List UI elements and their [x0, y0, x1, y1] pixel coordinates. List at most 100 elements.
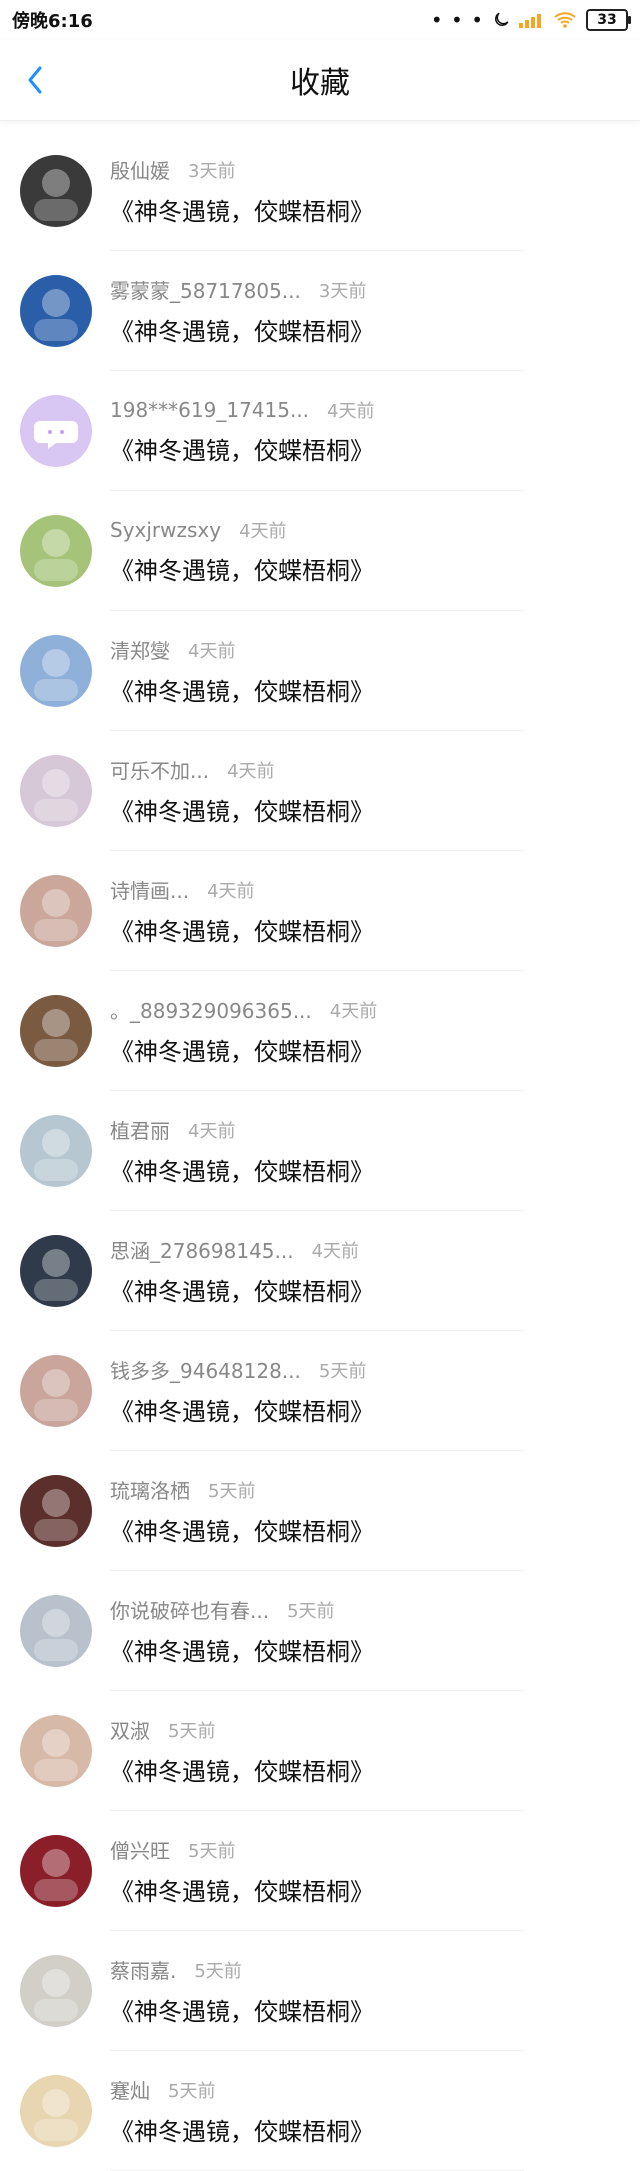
time-ago: 4天前	[329, 1000, 378, 1022]
item-meta: 蹇灿 5天前 《神冬遇镜，佼蝶梧桐》	[110, 2075, 374, 2147]
list-item[interactable]: 蔡雨嘉. 5天前 《神冬遇镜，佼蝶梧桐》	[0, 1931, 640, 2051]
avatar	[20, 1115, 92, 1187]
book-title: 《神冬遇镜，佼蝶梧桐》	[110, 556, 374, 585]
time-ago: 4天前	[239, 520, 287, 542]
list-item[interactable]: Syxjrwzsxy 4天前 《神冬遇镜，佼蝶梧桐》	[0, 491, 640, 611]
avatar-image-icon	[20, 1235, 92, 1307]
item-header: 。_889329096365... 4天前	[110, 995, 377, 1024]
book-title: 《神冬遇镜，佼蝶梧桐》	[110, 198, 374, 226]
list-item[interactable]: 雾蒙蒙_58717805... 3天前 《神冬遇镜，佼蝶梧桐》	[0, 251, 640, 371]
user-name: 僧兴旺	[110, 1839, 170, 1863]
avatar-image-icon	[20, 875, 92, 947]
avatar-image-icon	[20, 515, 92, 587]
avatar	[20, 395, 92, 467]
item-header: 清郑燮 4天前	[110, 635, 374, 664]
time-ago: 4天前	[207, 880, 255, 902]
time-ago: 5天前	[194, 1960, 242, 1982]
list-item[interactable]: 198***619_17415... 4天前 《神冬遇镜，佼蝶梧桐》	[0, 371, 640, 491]
book-title: 《神冬遇镜，佼蝶梧桐》	[110, 678, 374, 706]
user-name: Syxjrwzsxy	[110, 517, 222, 542]
favorites-list: 殷仙媛 3天前 《神冬遇镜，佼蝶梧桐》 雾蒙蒙_58717805... 3天前 …	[0, 121, 640, 2171]
item-header: 雾蒙蒙_58717805... 3天前	[110, 275, 374, 304]
item-meta: Syxjrwzsxy 4天前 《神冬遇镜，佼蝶梧桐》	[110, 517, 374, 586]
book-title: 《神冬遇镜，佼蝶梧桐》	[110, 918, 374, 946]
book-title: 《神冬遇镜，佼蝶梧桐》	[110, 1518, 374, 1546]
list-item[interactable]: 双淑 5天前 《神冬遇镜，佼蝶梧桐》	[0, 1691, 640, 1811]
avatar	[20, 1715, 92, 1787]
item-header: 琉璃洛栖 5天前	[110, 1475, 374, 1504]
item-meta: 诗情画... 4天前 《神冬遇镜，佼蝶梧桐》	[110, 875, 374, 947]
avatar-image-icon	[20, 1355, 92, 1427]
item-header: 诗情画... 4天前	[110, 875, 374, 904]
chat-bubble-avatar-icon	[20, 395, 92, 467]
list-item[interactable]: 钱多多_94648128... 5天前 《神冬遇镜，佼蝶梧桐》	[0, 1331, 640, 1451]
time-ago: 5天前	[318, 1360, 367, 1382]
list-item[interactable]: 。_889329096365... 4天前 《神冬遇镜，佼蝶梧桐》	[0, 971, 640, 1091]
time-ago: 5天前	[168, 1720, 216, 1742]
avatar	[20, 995, 92, 1067]
avatar	[20, 2075, 92, 2147]
time-ago: 4天前	[327, 400, 375, 422]
user-name: 蹇灿	[110, 2079, 150, 2103]
item-header: 你说破碎也有春... 5天前	[110, 1595, 374, 1624]
item-meta: 僧兴旺 5天前 《神冬遇镜，佼蝶梧桐》	[110, 1835, 374, 1907]
status-time: 傍晚6:16	[12, 11, 93, 32]
avatar	[20, 635, 92, 707]
avatar-image-icon	[20, 755, 92, 827]
book-title: 《神冬遇镜，佼蝶梧桐》	[110, 1878, 374, 1906]
item-meta: 清郑燮 4天前 《神冬遇镜，佼蝶梧桐》	[110, 635, 374, 707]
book-title: 《神冬遇镜，佼蝶梧桐》	[110, 1398, 374, 1426]
avatar	[20, 1835, 92, 1907]
avatar-image-icon	[20, 1475, 92, 1547]
book-title: 《神冬遇镜，佼蝶梧桐》	[110, 798, 374, 826]
item-header: 可乐不加... 4天前	[110, 755, 374, 784]
avatar-image-icon	[20, 2075, 92, 2147]
book-title: 《神冬遇镜，佼蝶梧桐》	[110, 1638, 374, 1666]
user-name: 可乐不加...	[110, 759, 210, 783]
user-name: 植君丽	[110, 1119, 170, 1143]
chevron-left-icon	[28, 66, 42, 94]
avatar	[20, 515, 92, 587]
avatar-image-icon	[20, 1595, 92, 1667]
time-ago: 3天前	[188, 160, 236, 182]
avatar	[20, 1595, 92, 1667]
time-ago: 3天前	[318, 280, 367, 302]
avatar-image-icon	[20, 1115, 92, 1187]
item-header: 殷仙媛 3天前	[110, 155, 374, 184]
header-bar: 收藏	[0, 40, 640, 121]
signal-icon	[519, 14, 541, 28]
list-item[interactable]: 琉璃洛栖 5天前 《神冬遇镜，佼蝶梧桐》	[0, 1451, 640, 1571]
time-ago: 4天前	[227, 760, 275, 782]
status-bar: 傍晚6:16 • • • 33	[0, 0, 640, 40]
book-title: 《神冬遇镜，佼蝶梧桐》	[110, 1038, 374, 1066]
user-name: 钱多多_94648128...	[110, 1359, 301, 1383]
item-header: 198***619_17415... 4天前	[110, 397, 375, 423]
item-header: 蔡雨嘉. 5天前	[110, 1955, 374, 1984]
list-item[interactable]: 殷仙媛 3天前 《神冬遇镜，佼蝶梧桐》	[0, 131, 640, 251]
book-title: 《神冬遇镜，佼蝶梧桐》	[110, 1158, 374, 1186]
item-header: 植君丽 4天前	[110, 1115, 374, 1144]
user-name: 你说破碎也有春...	[110, 1599, 270, 1623]
list-item[interactable]: 清郑燮 4天前 《神冬遇镜，佼蝶梧桐》	[0, 611, 640, 731]
back-button[interactable]	[20, 65, 50, 95]
item-meta: 蔡雨嘉. 5天前 《神冬遇镜，佼蝶梧桐》	[110, 1955, 374, 2027]
avatar-image-icon	[20, 155, 92, 227]
book-title: 《神冬遇镜，佼蝶梧桐》	[110, 436, 374, 465]
avatar	[20, 1355, 92, 1427]
battery-level: 33	[597, 12, 617, 28]
avatar-image-icon	[20, 1955, 92, 2027]
time-ago: 5天前	[188, 1840, 236, 1862]
list-item[interactable]: 僧兴旺 5天前 《神冬遇镜，佼蝶梧桐》	[0, 1811, 640, 1931]
list-item[interactable]: 可乐不加... 4天前 《神冬遇镜，佼蝶梧桐》	[0, 731, 640, 851]
item-header: 钱多多_94648128... 5天前	[110, 1355, 374, 1384]
list-item[interactable]: 诗情画... 4天前 《神冬遇镜，佼蝶梧桐》	[0, 851, 640, 971]
list-item[interactable]: 蹇灿 5天前 《神冬遇镜，佼蝶梧桐》	[0, 2051, 640, 2171]
item-meta: 殷仙媛 3天前 《神冬遇镜，佼蝶梧桐》	[110, 155, 374, 227]
time-ago: 4天前	[188, 1120, 236, 1142]
list-item[interactable]: 植君丽 4天前 《神冬遇镜，佼蝶梧桐》	[0, 1091, 640, 1211]
list-item[interactable]: 你说破碎也有春... 5天前 《神冬遇镜，佼蝶梧桐》	[0, 1571, 640, 1691]
avatar-image-icon	[20, 1835, 92, 1907]
list-item[interactable]: 思涵_278698145... 4天前 《神冬遇镜，佼蝶梧桐》	[0, 1211, 640, 1331]
item-meta: 198***619_17415... 4天前 《神冬遇镜，佼蝶梧桐》	[110, 397, 375, 466]
item-meta: 思涵_278698145... 4天前 《神冬遇镜，佼蝶梧桐》	[110, 1235, 374, 1307]
